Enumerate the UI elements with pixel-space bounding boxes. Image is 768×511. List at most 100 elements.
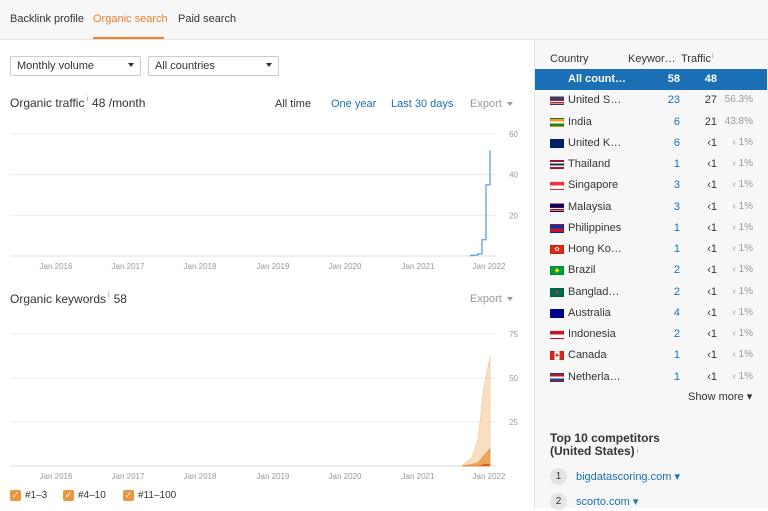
au-flag-icon	[550, 308, 564, 318]
range-last-30-days[interactable]: Last 30 days	[391, 98, 453, 110]
country-row[interactable]: ♣ Canada 1 ‹1 ‹ 1%	[535, 345, 767, 366]
keywords-count-link[interactable]: 3	[674, 201, 680, 213]
organic-traffic-value: 48 /month	[92, 96, 146, 110]
keywords-count-link[interactable]: 2	[674, 264, 680, 276]
country-row[interactable]: Thailand 1 ‹1 ‹ 1%	[535, 154, 767, 175]
tab-backlink-profile[interactable]: Backlink profile	[10, 13, 84, 25]
x-tick-label: Jan 2022	[473, 472, 506, 481]
keywords-count-link[interactable]: 1	[674, 371, 680, 383]
traffic-column-header[interactable]: Traffici	[681, 53, 714, 65]
country-name: Brazil	[568, 264, 596, 277]
organic-keywords-title: Organic keywords i 58	[10, 292, 127, 306]
keywords-count-link[interactable]: 6	[674, 137, 680, 149]
country-row[interactable]: ● Banglad… 2 ‹1 ‹ 1%	[535, 282, 767, 303]
country-row[interactable]: ✿ Hong Ko… 1 ‹1 ‹ 1%	[535, 239, 767, 260]
sg-flag-icon	[550, 181, 564, 191]
competitors-title: Top 10 competitors (United States) i	[550, 432, 660, 458]
country-row[interactable]: United S… 23 27 56.3%	[535, 90, 767, 111]
y-tick-label: 40	[509, 171, 518, 180]
keywords-count-link[interactable]: 2	[674, 328, 680, 340]
chevron-down-icon	[506, 102, 513, 107]
show-more-button[interactable]: Show more ▾	[688, 390, 752, 403]
country-row[interactable]: Netherla… 1 ‹1 ‹ 1%	[535, 367, 767, 388]
x-tick-label: Jan 2020	[329, 262, 362, 271]
country-row[interactable]: India 6 21 43.8%	[535, 112, 767, 133]
chevron-down-icon	[266, 63, 272, 67]
keywords-count-link[interactable]: 58	[668, 73, 680, 85]
organic-keywords-chart: 25 50 75 Jan 2016 Jan 2017 Jan 2018 Jan 2019 Ja…	[10, 330, 519, 481]
country-row[interactable]: ◆ Brazil 2 ‹1 ‹ 1%	[535, 260, 767, 281]
keywords-count-link[interactable]: 23	[668, 94, 680, 106]
range-one-year[interactable]: One year	[331, 98, 376, 110]
keywords-count-link[interactable]: 1	[674, 222, 680, 234]
checkbox-checked-icon: ✓	[63, 490, 74, 501]
volume-dropdown-label: Monthly volume	[17, 60, 95, 72]
info-icon[interactable]: i	[86, 96, 88, 103]
legend-item-top10[interactable]: ✓ #4–10	[63, 490, 106, 501]
country-row[interactable]: Australia 4 ‹1 ‹ 1%	[535, 303, 767, 324]
traffic-share: ‹ 1%	[732, 306, 753, 318]
legend-label: #11–100	[138, 490, 177, 502]
keywords-count-link[interactable]: 4	[674, 307, 680, 319]
volume-dropdown[interactable]: Monthly volume	[10, 56, 141, 76]
y-tick-label: 50	[509, 374, 518, 383]
country-name: Netherla…	[568, 370, 621, 383]
keywords-export-button[interactable]: Export	[470, 293, 513, 305]
competitor-rank: 2	[550, 493, 567, 510]
country-dropdown[interactable]: All countries	[148, 56, 279, 76]
competitor-domain-link[interactable]: bigdatascoring.com ▾	[576, 470, 680, 483]
keywords-count-link[interactable]: 2	[674, 286, 680, 298]
traffic-series-line	[469, 150, 491, 257]
traffic-value: 21	[704, 115, 717, 128]
keywords-count-link[interactable]: 1	[674, 158, 680, 170]
x-tick-label: Jan 2019	[257, 262, 290, 271]
active-tab-indicator	[93, 37, 164, 39]
keywords-count-link[interactable]: 1	[674, 349, 680, 361]
competitor-rank: 1	[550, 468, 567, 485]
country-row[interactable]: United K… 6 ‹1 ‹ 1%	[535, 133, 767, 154]
range-all-time[interactable]: All time	[275, 98, 311, 110]
traffic-value: 27	[704, 94, 717, 107]
x-tick-label: Jan 2017	[112, 262, 145, 271]
country-column-header[interactable]: Country	[550, 53, 589, 65]
competitor-domain-link[interactable]: scorto.com ▾	[576, 495, 638, 508]
country-row[interactable]: Singapore 3 ‹1 ‹ 1%	[535, 175, 767, 196]
traffic-value: ‹1	[707, 179, 717, 192]
traffic-share: ‹ 1%	[732, 221, 753, 233]
country-row-selected[interactable]: All count… 58 48	[535, 69, 767, 90]
country-row[interactable]: Philippines 1 ‹1 ‹ 1%	[535, 218, 767, 239]
traffic-value: ‹1	[707, 349, 717, 362]
country-row[interactable]: Malaysia 3 ‹1 ‹ 1%	[535, 197, 767, 218]
traffic-share: 43.8%	[724, 115, 753, 127]
x-tick-label: Jan 2021	[402, 262, 435, 271]
keywords-count-link[interactable]: 3	[674, 179, 680, 191]
ca-flag-icon: ♣	[550, 351, 564, 361]
th-flag-icon	[550, 160, 564, 169]
keywords-count-link[interactable]: 6	[674, 116, 680, 128]
traffic-share: ‹ 1%	[732, 370, 753, 382]
traffic-export-button[interactable]: Export	[470, 98, 513, 110]
keywords-series-area	[461, 356, 491, 467]
legend-item-top100[interactable]: ✓ #11–100	[123, 490, 176, 501]
id-flag-icon	[550, 330, 564, 339]
tab-paid-search[interactable]: Paid search	[178, 13, 236, 25]
keywords-column-header[interactable]: Keywor…	[628, 53, 676, 65]
top-nav: Backlink profile Organic search Paid sea…	[0, 0, 768, 40]
traffic-value: ‹1	[707, 221, 717, 234]
country-name: Indonesia	[568, 328, 616, 340]
traffic-share: ‹ 1%	[732, 136, 753, 148]
traffic-share: ‹ 1%	[732, 285, 753, 297]
traffic-share: 56.3%	[724, 94, 753, 106]
x-tick-label: Jan 2016	[40, 472, 73, 481]
checkbox-checked-icon: ✓	[10, 490, 21, 501]
keywords-count-link[interactable]: 1	[674, 243, 680, 255]
legend-item-top3[interactable]: ✓ #1–3	[10, 490, 47, 501]
traffic-value: ‹1	[707, 264, 717, 277]
tab-organic-search[interactable]: Organic search	[93, 13, 168, 25]
ph-flag-icon	[550, 223, 564, 233]
competitors-title-line2: (United States)	[550, 444, 635, 458]
info-icon[interactable]: i	[108, 292, 110, 299]
info-icon[interactable]: i	[637, 448, 639, 455]
country-row[interactable]: Indonesia 2 ‹1 ‹ 1%	[535, 324, 767, 345]
country-name: United K…	[568, 136, 622, 149]
